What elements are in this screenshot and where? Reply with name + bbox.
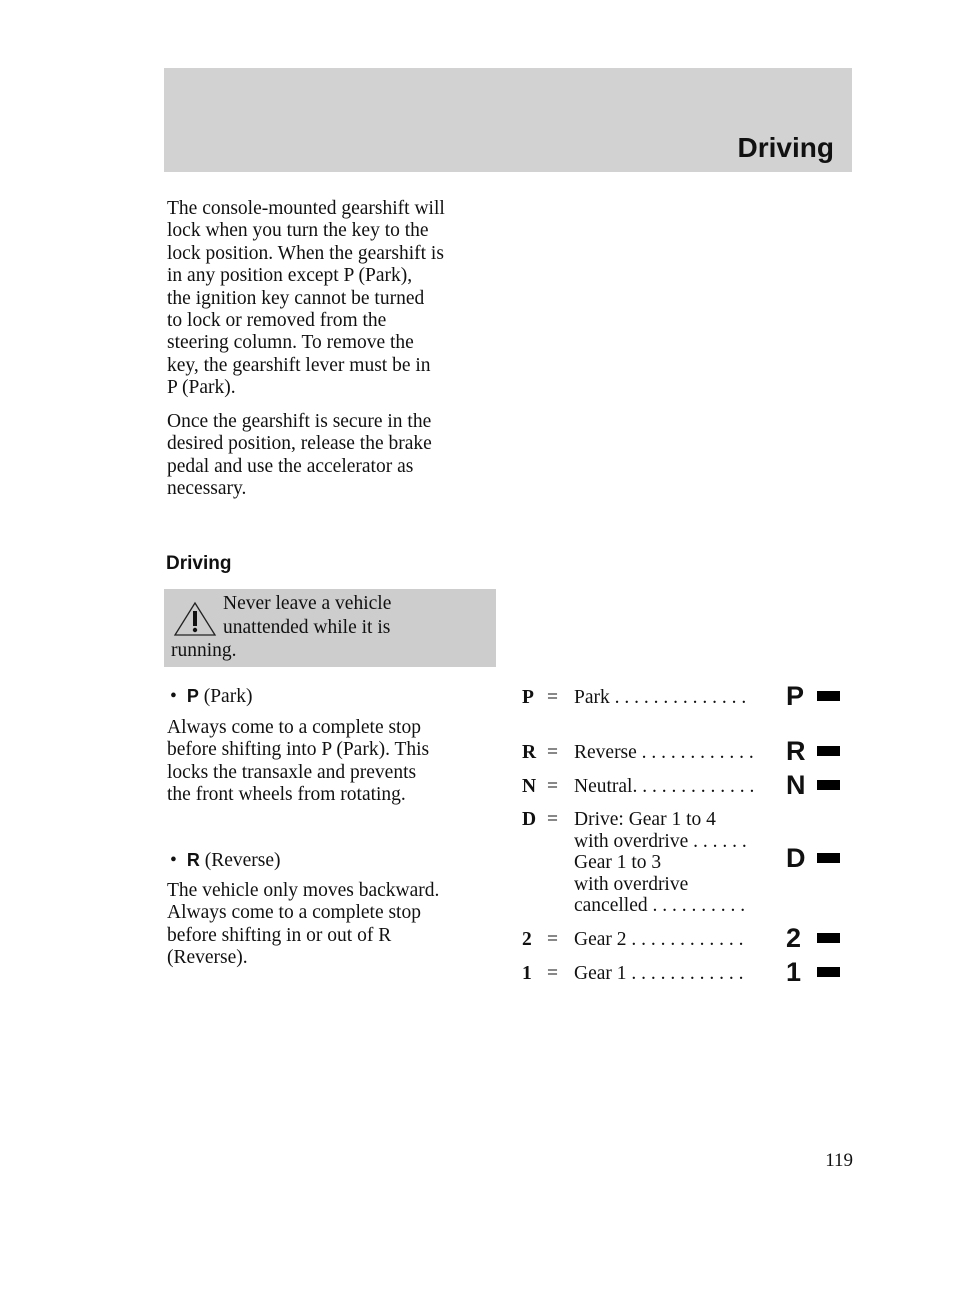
text-line: with overdrive . . . . . . [574,830,747,852]
gear-description: Gear 2 . . . . . . . . . . . . [574,929,744,951]
indicator-bar [817,746,840,756]
gear-key: 2 [522,929,532,950]
text-line: before shifting into P (Park). This [167,739,430,761]
gear-description: Neutral. . . . . . . . . . . . . [574,776,754,798]
warning-line: unattended while it is [223,616,391,638]
gear-indicator-D: D [786,843,806,873]
indicator-bar [817,853,840,863]
text-line: Always come to a complete stop [167,717,421,738]
reverse-letter: R [186,850,200,870]
text-line: desired position, release the brake [167,433,432,455]
warning-line: Never leave a vehicle [223,593,392,614]
text-line: Always come to a complete stop [167,902,421,924]
text-line: steering column. To remove the [167,332,414,354]
gear-key: D [522,809,537,830]
text-line: pedal and use the accelerator as [167,455,414,477]
text-line: cancelled . . . . . . . . . . [574,895,746,916]
park-paragraph: Always come to a complete stop before shi… [167,717,429,807]
chapter-header: Driving [164,68,852,172]
reverse-paragraph: The vehicle only moves backward. Always c… [167,880,439,970]
text-line: to lock or removed from the [167,310,387,332]
text-line: Park . . . . . . . . . . . . . . [574,687,747,708]
park-bullet: • P (Park) [170,686,253,707]
text-line: Gear 2 . . . . . . . . . . . . [574,929,744,950]
text-line: locks the transaxle and prevents [167,761,417,783]
gear-description: Drive: Gear 1 to 4 with overdrive . . . .… [574,809,747,917]
equals: = [547,963,558,984]
equals: = [547,776,558,797]
gear-description: Gear 1 . . . . . . . . . . . . [574,963,744,985]
reverse-label: (Reverse) [204,850,281,871]
gear-key: N [522,776,537,797]
text-line: The console-mounted gearshift will [167,198,445,219]
section-heading: Driving [166,553,232,574]
text-line: Once the gearshift is secure in the [167,411,432,432]
text-line: The vehicle only moves backward. [167,880,440,901]
indicator-bar [817,780,840,790]
text-line: lock position. When the gearshift is [167,242,444,264]
page-number: 119 [825,1150,853,1171]
warning-box: Never leave a vehicle unattended while i… [164,589,496,667]
gear-indicator-2: 2 [786,923,802,953]
intro-paragraph-2: Once the gearshift is secure in the desir… [167,411,432,501]
gear-indicator-P: P [786,681,805,711]
gear-description: Park . . . . . . . . . . . . . . [574,687,746,709]
gear-key: R [522,742,537,763]
text-line: necessary. [167,478,247,500]
indicator-bar [817,691,840,701]
gear-key: 1 [522,963,532,984]
text-line: before shifting in or out of R [167,924,392,946]
text-line: key, the gearshift lever must be in [167,354,431,376]
equals: = [547,742,558,763]
park-letter: P [186,686,199,706]
text-line: the ignition key cannot be turned [167,287,425,309]
park-label: (Park) [203,686,253,707]
equals: = [547,687,558,708]
intro-paragraph-1: The console-mounted gearshift will lock w… [167,198,445,400]
text-line: Gear 1 . . . . . . . . . . . . [574,963,744,984]
text-line: lock when you turn the key to the [167,220,429,242]
gear-indicator-N: N [786,770,806,800]
indicator-bar [817,967,840,977]
text-line: (Reverse). [167,947,248,969]
reverse-bullet: • R (Reverse) [170,850,281,871]
text-line: P (Park). [167,377,236,399]
text-line: Drive: Gear 1 to 4 [574,809,716,830]
equals: = [547,809,558,830]
gear-key: P [522,687,534,708]
gear-indicator-1: 1 [786,957,802,987]
text-line: in any position except P (Park), [167,265,413,287]
gear-indicator-R: R [786,736,806,766]
text-line: the front wheels from rotating. [167,784,406,806]
gear-description: Reverse . . . . . . . . . . . . [574,742,754,764]
text-line: Neutral. . . . . . . . . . . . . [574,776,755,797]
warning-line: running. [171,640,237,661]
text-line: Gear 1 to 3 [574,852,662,873]
text-line: Reverse . . . . . . . . . . . . [574,742,754,763]
equals: = [547,929,558,950]
text-line: with overdrive [574,873,689,895]
chapter-title: Driving [737,132,834,163]
indicator-bar [817,933,840,943]
